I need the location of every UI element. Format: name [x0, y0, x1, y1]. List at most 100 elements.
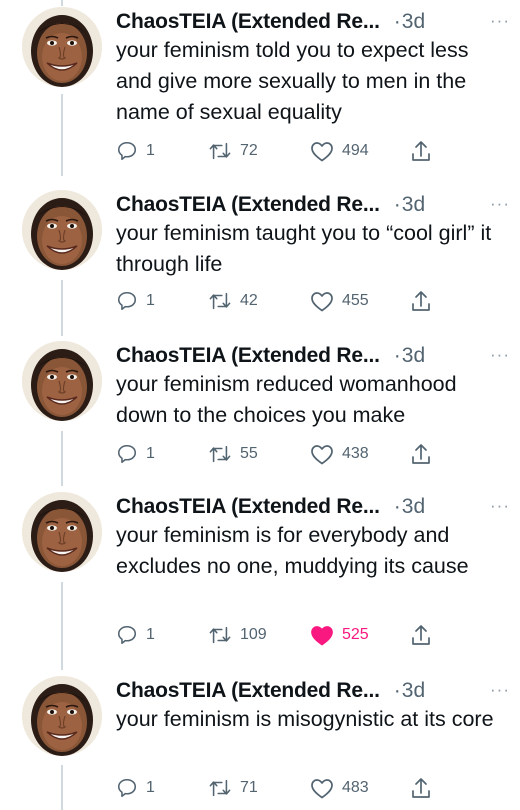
- more-icon[interactable]: ···: [490, 194, 510, 214]
- share-icon: [410, 139, 432, 163]
- timestamp[interactable]: 3d: [402, 10, 425, 34]
- reply-count: 1: [146, 445, 155, 462]
- retweet-button[interactable]: 71: [208, 773, 258, 803]
- retweet-icon: [208, 624, 232, 646]
- author-name[interactable]: ChaosTEIA (Extended Re...: [116, 344, 380, 368]
- reply-button[interactable]: 1: [116, 620, 155, 650]
- retweet-icon: [208, 443, 232, 465]
- reply-count: 1: [146, 142, 155, 159]
- reply-icon: [116, 777, 138, 799]
- reply-icon: [116, 140, 138, 162]
- reply-icon: [116, 290, 138, 312]
- retweet-icon: [208, 290, 232, 312]
- timestamp[interactable]: 3d: [402, 495, 425, 519]
- tweet-text: your feminism is misogynistic at its cor…: [116, 707, 494, 731]
- tweet-header: ChaosTEIA (Extended Re... · 3d: [116, 190, 506, 220]
- heart-icon: [310, 443, 334, 465]
- like-button[interactable]: 438: [310, 439, 369, 469]
- tweet-text: your feminism reduced womanhood down to …: [116, 372, 457, 427]
- like-button[interactable]: 494: [310, 136, 369, 166]
- heart-icon: [310, 140, 334, 162]
- avatar[interactable]: [22, 492, 102, 572]
- retweet-count: 55: [240, 445, 258, 462]
- share-icon: [410, 776, 432, 800]
- reply-icon: [116, 443, 138, 465]
- tweet[interactable]: ChaosTEIA (Extended Re... · 3d ··· your …: [0, 341, 520, 481]
- share-icon: [410, 442, 432, 466]
- like-count: 525: [342, 626, 369, 643]
- heart-icon: [310, 777, 334, 799]
- share-button[interactable]: [410, 773, 432, 803]
- timestamp[interactable]: 3d: [402, 679, 425, 703]
- tweet-header: ChaosTEIA (Extended Re... · 3d: [116, 676, 506, 706]
- timestamp[interactable]: 3d: [402, 344, 425, 368]
- share-button[interactable]: [410, 439, 432, 469]
- reply-button[interactable]: 1: [116, 136, 155, 166]
- retweet-icon: [208, 777, 232, 799]
- tweet-actions: 1 109 525: [110, 620, 460, 650]
- more-icon[interactable]: ···: [490, 680, 510, 700]
- author-name[interactable]: ChaosTEIA (Extended Re...: [116, 193, 380, 217]
- tweet-header: ChaosTEIA (Extended Re... · 3d: [116, 341, 506, 371]
- avatar[interactable]: [22, 676, 102, 756]
- share-icon: [410, 289, 432, 313]
- like-count: 494: [342, 142, 369, 159]
- like-button[interactable]: 455: [310, 286, 369, 316]
- avatar[interactable]: [22, 341, 102, 421]
- tweet-header: ChaosTEIA (Extended Re... · 3d: [116, 492, 506, 522]
- tweet-header: ChaosTEIA (Extended Re... · 3d: [116, 7, 506, 37]
- tweet-text: your feminism told you to expect less an…: [116, 38, 469, 124]
- tweet-actions: 1 42 455: [110, 286, 460, 316]
- retweet-button[interactable]: 55: [208, 439, 258, 469]
- reply-button[interactable]: 1: [116, 286, 155, 316]
- timestamp[interactable]: 3d: [402, 193, 425, 217]
- tweet-actions: 1 55 438: [110, 439, 460, 469]
- share-button[interactable]: [410, 620, 432, 650]
- thread-line: [61, 0, 63, 6]
- tweet-text: your feminism is for everybody and exclu…: [116, 523, 469, 578]
- reply-button[interactable]: 1: [116, 773, 155, 803]
- separator-dot: ·: [393, 679, 401, 702]
- separator-dot: ·: [393, 10, 401, 33]
- separator-dot: ·: [393, 495, 401, 518]
- retweet-count: 72: [240, 142, 258, 159]
- retweet-count: 71: [240, 779, 258, 796]
- separator-dot: ·: [393, 344, 401, 367]
- tweet-actions: 1 72 494: [110, 136, 460, 166]
- share-button[interactable]: [410, 286, 432, 316]
- author-name[interactable]: ChaosTEIA (Extended Re...: [116, 495, 380, 519]
- more-icon[interactable]: ···: [490, 345, 510, 365]
- share-icon: [410, 623, 432, 647]
- tweet-actions: 1 71 483: [110, 773, 460, 803]
- reply-count: 1: [146, 292, 155, 309]
- tweet[interactable]: ChaosTEIA (Extended Re... · 3d ··· your …: [0, 190, 520, 330]
- like-count: 455: [342, 292, 369, 309]
- reply-count: 1: [146, 626, 155, 643]
- heart-icon: [310, 290, 334, 312]
- retweet-icon: [208, 140, 232, 162]
- avatar[interactable]: [22, 7, 102, 87]
- retweet-button[interactable]: 42: [208, 286, 258, 316]
- avatar[interactable]: [22, 190, 102, 270]
- tweet[interactable]: ChaosTEIA (Extended Re... · 3d ··· your …: [0, 7, 520, 177]
- like-button[interactable]: 525: [310, 620, 369, 650]
- author-name[interactable]: ChaosTEIA (Extended Re...: [116, 10, 380, 34]
- reply-count: 1: [146, 779, 155, 796]
- like-button[interactable]: 483: [310, 773, 369, 803]
- more-icon[interactable]: ···: [490, 11, 510, 31]
- reply-icon: [116, 624, 138, 646]
- more-icon[interactable]: ···: [490, 496, 510, 516]
- tweet[interactable]: ChaosTEIA (Extended Re... · 3d ··· your …: [0, 492, 520, 662]
- retweet-button[interactable]: 72: [208, 136, 258, 166]
- retweet-button[interactable]: 109: [208, 620, 267, 650]
- like-count: 483: [342, 779, 369, 796]
- tweet-text: your feminism taught you to “cool girl” …: [116, 221, 492, 276]
- author-name[interactable]: ChaosTEIA (Extended Re...: [116, 679, 380, 703]
- retweet-count: 109: [240, 626, 267, 643]
- like-count: 438: [342, 445, 369, 462]
- tweet[interactable]: ChaosTEIA (Extended Re... · 3d ··· your …: [0, 676, 520, 810]
- share-button[interactable]: [410, 136, 432, 166]
- reply-button[interactable]: 1: [116, 439, 155, 469]
- separator-dot: ·: [393, 193, 401, 216]
- heart-icon: [310, 624, 334, 646]
